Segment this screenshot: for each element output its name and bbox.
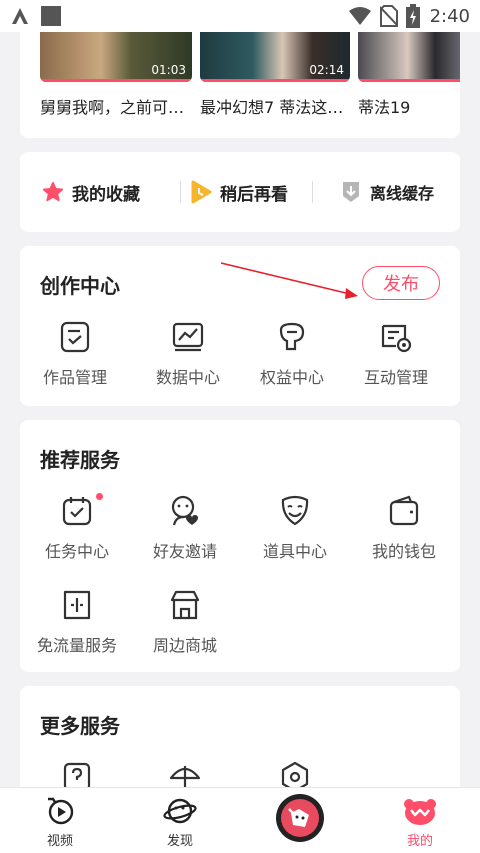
tab-video-label: 视频 (46, 834, 73, 849)
tab-video[interactable]: 视频 (20, 796, 100, 849)
tab-discover-label: 发现 (166, 834, 193, 849)
center-mascot-icon (288, 808, 309, 827)
annotation-arrow (220, 262, 358, 299)
tab-discover[interactable]: 发现 (140, 796, 220, 849)
video-tab-icon (48, 797, 74, 825)
center-action-button[interactable] (276, 794, 324, 842)
planet-icon (163, 798, 197, 824)
tab-mine[interactable]: 我的 (380, 796, 460, 849)
bottom-navigation: 视频 发现 我的 (0, 787, 480, 853)
tab-mine-label: 我的 (406, 834, 433, 849)
bear-profile-icon (404, 799, 436, 825)
